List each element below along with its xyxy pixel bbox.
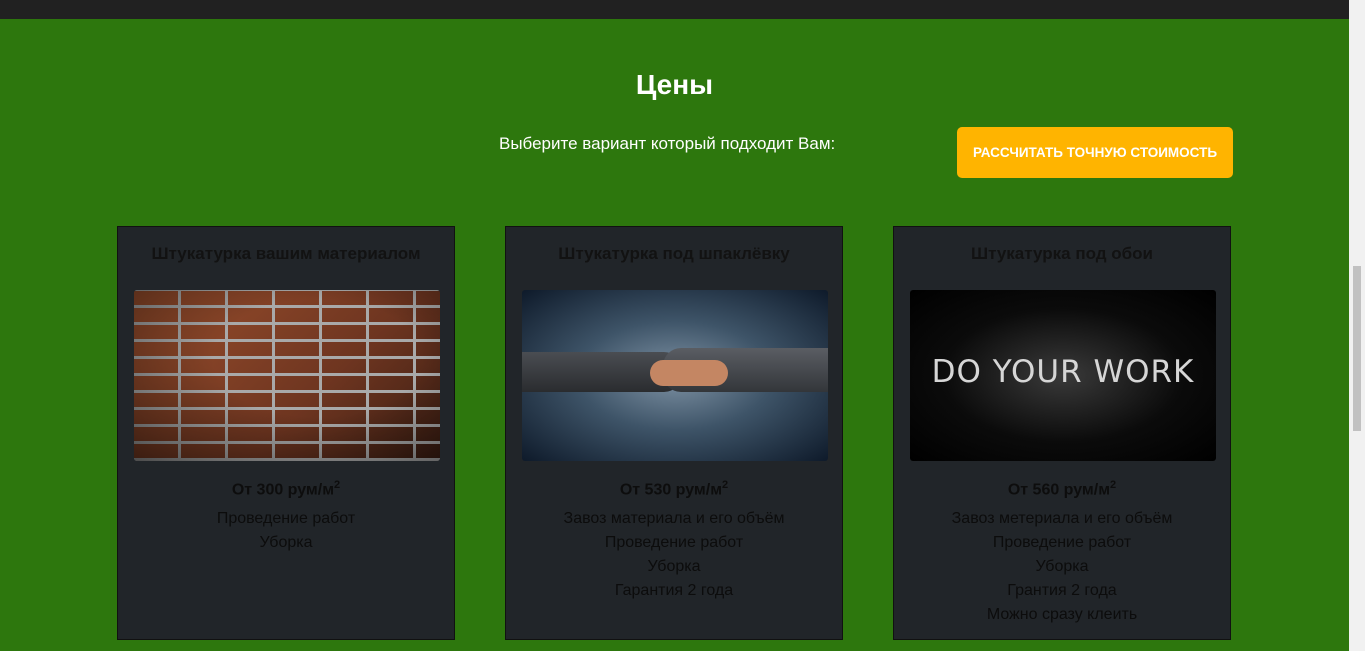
image-text: DO YOUR WORK (931, 354, 1195, 390)
feature-list: Проведение работ Уборка (118, 507, 454, 555)
card-price: От 560 рум/м2 (1007, 479, 1117, 499)
section-subtitle: Выберите вариант который подходит Вам: (499, 134, 836, 153)
card-title: Штукатурка под обои (971, 244, 1153, 263)
list-item: Уборка (647, 558, 701, 575)
card-title: Штукатурка вашим материалом (151, 244, 421, 263)
list-item: Уборка (259, 534, 313, 551)
handshake-world-map-image (522, 290, 828, 461)
feature-list: Завоз метериала и его объём Проведение р… (894, 507, 1230, 627)
list-item: Проведение работ (992, 534, 1132, 551)
list-item: Завоз метериала и его объём (951, 510, 1173, 527)
list-item: Гарантия 2 года (614, 582, 734, 599)
list-item: Грантия 2 года (1007, 582, 1117, 599)
list-item: Проведение работ (604, 534, 744, 551)
card-price: От 300 рум/м2 (231, 479, 341, 499)
brick-wall-image (134, 290, 440, 461)
list-item: Проведение работ (216, 510, 356, 527)
card-title: Штукатурка под шпаклёвку (558, 244, 790, 263)
feature-list: Завоз материала и его объём Проведение р… (506, 507, 842, 603)
scrollbar[interactable] (1349, 0, 1365, 651)
card-price: От 530 рум/м2 (619, 479, 729, 499)
list-item: Завоз материала и его объём (563, 510, 785, 527)
price-card-own-material: Штукатурка вашим материалом От 300 рум/м… (117, 226, 455, 640)
list-item: Можно сразу клеить (986, 606, 1138, 623)
list-item: Уборка (1035, 558, 1089, 575)
section-title: Цены (635, 69, 714, 100)
calculate-price-button[interactable]: Рассчитать точную стоимость (957, 127, 1233, 178)
price-card-putty: Штукатурка под шпаклёвку От 530 рум/м2 З… (505, 226, 843, 640)
top-navbar (0, 0, 1349, 19)
price-card-wallpaper: Штукатурка под обои DO YOUR WORK От 560 … (893, 226, 1231, 640)
scrollbar-thumb[interactable] (1353, 266, 1361, 431)
do-your-work-image: DO YOUR WORK (910, 290, 1216, 461)
